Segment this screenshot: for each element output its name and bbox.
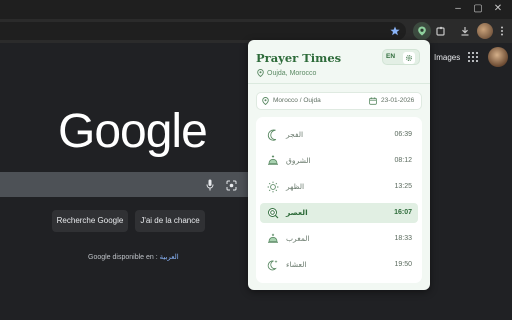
maximize-button[interactable]: ▢: [472, 3, 484, 15]
popup-controls: EN: [382, 49, 420, 65]
prayer-name: العصر: [286, 208, 308, 217]
popup-location-text: Oujda, Morocco: [267, 69, 317, 77]
popup-divider: [248, 83, 430, 84]
prayer-time: 08:12: [394, 157, 412, 164]
popup-title: Prayer Times: [256, 51, 342, 65]
location-date-bar: Morocco / Oujda 23-01-2026: [256, 92, 422, 110]
browser-titlebar: – ▢ ✕: [0, 0, 512, 19]
city-selector[interactable]: Morocco / Oujda: [262, 96, 321, 106]
prayer-time: 06:39: [394, 131, 412, 138]
download-icon[interactable]: [458, 24, 472, 38]
city-selector-label: Morocco / Oujda: [273, 97, 321, 104]
prayer-time: 16:07: [394, 209, 412, 216]
settings-gear-icon[interactable]: [403, 52, 415, 64]
extensions-puzzle-icon[interactable]: [434, 24, 448, 38]
google-logo: Google: [58, 105, 208, 158]
crescent-moon-icon: [266, 128, 280, 142]
bookmark-star-icon[interactable]: [388, 24, 402, 38]
language-offer: Google disponible en : العربية: [88, 253, 179, 261]
feeling-lucky-button[interactable]: J'ai de la chance: [135, 210, 205, 232]
prayer-name: الفجر: [286, 130, 304, 139]
prayer-row-fajr[interactable]: الفجر 06:39: [260, 125, 418, 145]
calendar-icon: [369, 97, 377, 105]
menu-kebab-icon[interactable]: [495, 24, 509, 38]
sunrise-icon: [266, 154, 280, 168]
prayer-list: الفجر 06:39 الشروق 08:12 الظهر 13:25 الع…: [256, 117, 422, 283]
popup-location: Oujda, Morocco: [257, 69, 316, 77]
prayer-row-isha[interactable]: العشاء 19:50: [260, 255, 418, 275]
prayer-times-popup: Prayer Times Oujda, Morocco EN Morocco /…: [248, 40, 430, 290]
language-link-arabic[interactable]: العربية: [160, 254, 179, 261]
language-toggle[interactable]: EN: [386, 52, 395, 62]
prayer-row-maghrib[interactable]: المغرب 18:33: [260, 229, 418, 249]
language-offer-text: Google disponible en :: [88, 254, 160, 261]
moon-stars-icon: [266, 258, 280, 272]
microphone-icon[interactable]: [206, 178, 214, 196]
sunset-icon: [266, 232, 280, 246]
apps-grid-icon[interactable]: [468, 52, 478, 62]
close-window-button[interactable]: ✕: [492, 3, 504, 15]
google-account-avatar[interactable]: [488, 47, 508, 67]
prayer-extension-icon[interactable]: [413, 22, 431, 40]
date-label: 23-01-2026: [381, 97, 415, 104]
google-search-button[interactable]: Recherche Google: [52, 210, 128, 232]
prayer-name: الشروق: [286, 156, 311, 165]
images-link[interactable]: Images: [434, 53, 460, 62]
location-pin-icon: [257, 69, 264, 77]
sun-search-icon: [266, 206, 280, 220]
address-bar[interactable]: [0, 22, 406, 40]
google-lens-icon[interactable]: [226, 178, 237, 196]
location-pin-icon: [262, 97, 269, 105]
prayer-name: المغرب: [286, 234, 310, 243]
prayer-row-shuruq[interactable]: الشروق 08:12: [260, 151, 418, 171]
prayer-name: العشاء: [286, 260, 307, 269]
search-box[interactable]: [0, 172, 250, 197]
sun-icon: [266, 180, 280, 194]
prayer-name: الظهر: [286, 182, 305, 191]
prayer-time: 13:25: [394, 183, 412, 190]
minimize-button[interactable]: –: [452, 3, 464, 15]
date-selector[interactable]: 23-01-2026: [369, 96, 414, 106]
profile-avatar[interactable]: [477, 23, 493, 39]
prayer-time: 19:50: [394, 261, 412, 268]
prayer-time: 18:33: [394, 235, 412, 242]
prayer-row-dhuhr[interactable]: الظهر 13:25: [260, 177, 418, 197]
prayer-row-asr[interactable]: العصر 16:07: [260, 203, 418, 223]
